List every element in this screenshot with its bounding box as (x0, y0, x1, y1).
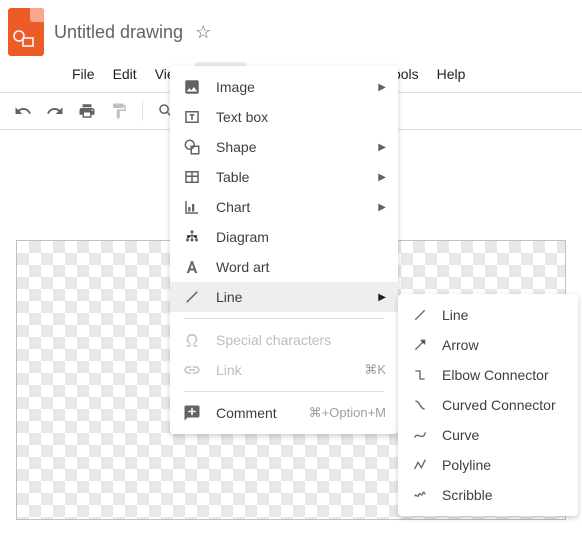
link-icon (182, 361, 202, 379)
menu-item-label: Table (216, 169, 249, 185)
shape-icon (182, 138, 202, 156)
submenu-item-label: Scribble (442, 487, 493, 503)
arrow-icon (410, 337, 430, 353)
menu-item-label: Diagram (216, 229, 269, 245)
insert-comment[interactable]: Comment ⌘+Option+M (170, 398, 398, 428)
submenu-item-label: Curved Connector (442, 397, 556, 413)
text-box-icon (182, 108, 202, 126)
insert-menu-dropdown: Image ▶ Text box Shape ▶ Table ▶ Chart ▶ Diagram W… (170, 66, 398, 434)
submenu-arrow-icon: ▶ (378, 292, 386, 303)
word-art-icon (182, 258, 202, 276)
submenu-item-label: Elbow Connector (442, 367, 549, 383)
document-title[interactable]: Untitled drawing (54, 22, 183, 43)
undo-icon[interactable] (14, 102, 32, 120)
insert-image[interactable]: Image ▶ (170, 72, 398, 102)
curved-connector-icon (410, 397, 430, 413)
line-curve[interactable]: Curve (398, 420, 578, 450)
menu-edit[interactable]: Edit (105, 62, 145, 86)
insert-table[interactable]: Table ▶ (170, 162, 398, 192)
insert-text-box[interactable]: Text box (170, 102, 398, 132)
line-icon (410, 307, 430, 323)
elbow-connector-icon (410, 367, 430, 383)
insert-shape[interactable]: Shape ▶ (170, 132, 398, 162)
shortcut-label: ⌘K (364, 362, 386, 378)
line-scribble[interactable]: Scribble (398, 480, 578, 510)
line-submenu: Line Arrow Elbow Connector Curved Connector… (398, 294, 578, 516)
chart-icon (182, 198, 202, 216)
app-logo[interactable] (8, 8, 44, 56)
scribble-icon (410, 487, 430, 503)
insert-link: Link ⌘K (170, 355, 398, 385)
image-icon (182, 78, 202, 96)
shortcut-label: ⌘+Option+M (309, 405, 386, 421)
menu-item-label: Line (216, 289, 242, 305)
redo-icon[interactable] (46, 102, 64, 120)
special-characters-icon (182, 331, 202, 349)
menu-item-label: Comment (216, 405, 277, 421)
insert-chart[interactable]: Chart ▶ (170, 192, 398, 222)
submenu-item-label: Curve (442, 427, 479, 443)
insert-diagram[interactable]: Diagram (170, 222, 398, 252)
diagram-icon (182, 228, 202, 246)
line-curved-connector[interactable]: Curved Connector (398, 390, 578, 420)
print-icon[interactable] (78, 102, 96, 120)
line-line[interactable]: Line (398, 300, 578, 330)
line-icon (182, 288, 202, 306)
menu-item-label: Text box (216, 109, 268, 125)
submenu-arrow-icon: ▶ (378, 202, 386, 213)
line-polyline[interactable]: Polyline (398, 450, 578, 480)
insert-special-characters: Special characters (170, 325, 398, 355)
menu-file[interactable]: File (64, 62, 103, 86)
polyline-icon (410, 457, 430, 473)
menu-item-label: Word art (216, 259, 269, 275)
menu-help[interactable]: Help (429, 62, 474, 86)
submenu-item-label: Line (442, 307, 468, 323)
submenu-arrow-icon: ▶ (378, 172, 386, 183)
curve-icon (410, 427, 430, 443)
comment-icon (182, 404, 202, 422)
menu-item-label: Shape (216, 139, 256, 155)
line-elbow-connector[interactable]: Elbow Connector (398, 360, 578, 390)
submenu-item-label: Arrow (442, 337, 479, 353)
submenu-item-label: Polyline (442, 457, 491, 473)
submenu-arrow-icon: ▶ (378, 82, 386, 93)
menu-item-label: Chart (216, 199, 250, 215)
star-icon[interactable]: ☆ (195, 22, 211, 43)
menu-item-label: Special characters (216, 332, 331, 348)
line-arrow[interactable]: Arrow (398, 330, 578, 360)
menu-item-label: Image (216, 79, 255, 95)
insert-word-art[interactable]: Word art (170, 252, 398, 282)
submenu-arrow-icon: ▶ (378, 142, 386, 153)
insert-line[interactable]: Line ▶ (170, 282, 398, 312)
table-icon (182, 168, 202, 186)
paint-format-icon[interactable] (110, 102, 128, 120)
menu-item-label: Link (216, 362, 242, 378)
